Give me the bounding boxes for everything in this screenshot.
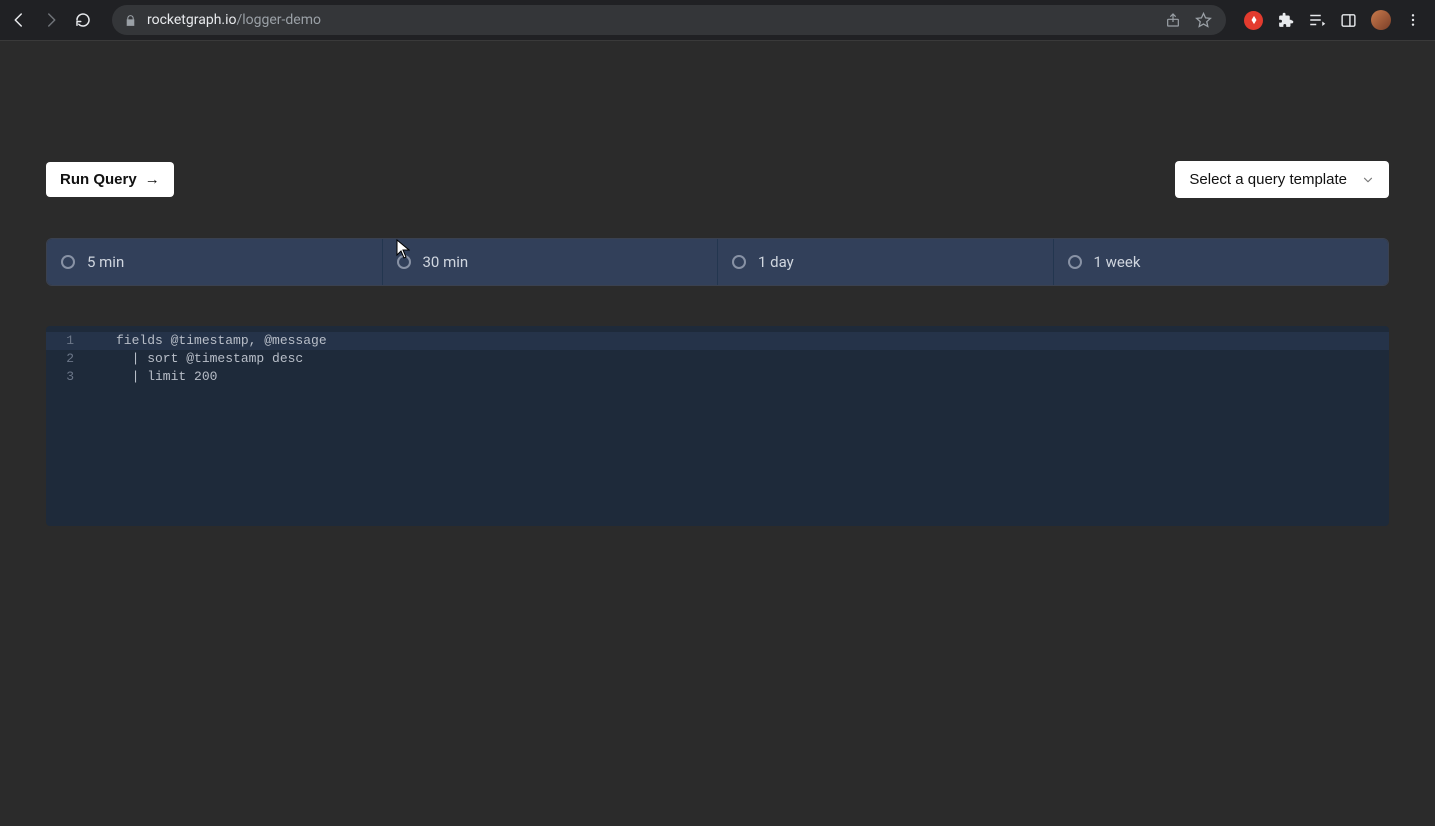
nav-buttons	[8, 11, 100, 29]
panel-icon[interactable]	[1340, 12, 1357, 29]
time-range-label: 30 min	[423, 253, 469, 271]
kebab-menu-icon[interactable]	[1405, 12, 1421, 28]
url-text: rocketgraph.io/logger-demo	[147, 12, 321, 28]
query-template-select[interactable]: Select a query template	[1175, 161, 1389, 198]
chrome-right-icons	[1234, 10, 1427, 30]
run-query-label: Run Query	[60, 171, 137, 188]
radio-icon	[1068, 255, 1082, 269]
time-range-1day[interactable]: 1 day	[718, 239, 1054, 285]
time-range-30min[interactable]: 30 min	[383, 239, 719, 285]
radio-icon	[732, 255, 746, 269]
back-button[interactable]	[10, 11, 28, 29]
line-number: 1	[46, 332, 86, 350]
time-range-label: 5 min	[87, 253, 124, 271]
radio-icon	[61, 255, 75, 269]
line-number: 2	[46, 350, 86, 368]
extensions-icon[interactable]	[1277, 12, 1294, 29]
chevron-down-icon	[1361, 173, 1375, 187]
code-text: | limit 200	[86, 368, 217, 386]
run-query-button[interactable]: Run Query →	[46, 162, 174, 197]
query-template-label: Select a query template	[1189, 171, 1347, 188]
bookmark-star-icon[interactable]	[1195, 12, 1212, 29]
line-number: 3	[46, 368, 86, 386]
playlist-icon[interactable]	[1308, 11, 1326, 29]
reload-button[interactable]	[74, 11, 92, 29]
editor-line: 1 fields @timestamp, @message	[46, 332, 1389, 350]
share-icon[interactable]	[1165, 12, 1181, 28]
code-text: fields @timestamp, @message	[86, 332, 327, 350]
radio-icon	[397, 255, 411, 269]
address-bar[interactable]: rocketgraph.io/logger-demo	[112, 5, 1226, 35]
time-range-label: 1 day	[758, 253, 794, 271]
code-text: | sort @timestamp desc	[86, 350, 303, 368]
time-range-1week[interactable]: 1 week	[1054, 239, 1389, 285]
lock-icon	[124, 14, 137, 27]
forward-button[interactable]	[42, 11, 60, 29]
editor-line: 3 | limit 200	[46, 368, 1389, 386]
profile-avatar[interactable]	[1371, 10, 1391, 30]
extension-badge-icon[interactable]	[1244, 11, 1263, 30]
browser-chrome: rocketgraph.io/logger-demo	[0, 0, 1435, 41]
time-range-label: 1 week	[1094, 253, 1141, 271]
editor-line: 2 | sort @timestamp desc	[46, 350, 1389, 368]
time-range-5min[interactable]: 5 min	[47, 239, 383, 285]
time-range-row: 5 min 30 min 1 day 1 week	[46, 238, 1389, 286]
page-content: Run Query → Select a query template 5 mi…	[0, 41, 1435, 526]
query-editor[interactable]: 1 fields @timestamp, @message 2 | sort @…	[46, 326, 1389, 526]
arrow-right-icon: →	[145, 171, 160, 188]
page-toolbar: Run Query → Select a query template	[46, 161, 1389, 198]
